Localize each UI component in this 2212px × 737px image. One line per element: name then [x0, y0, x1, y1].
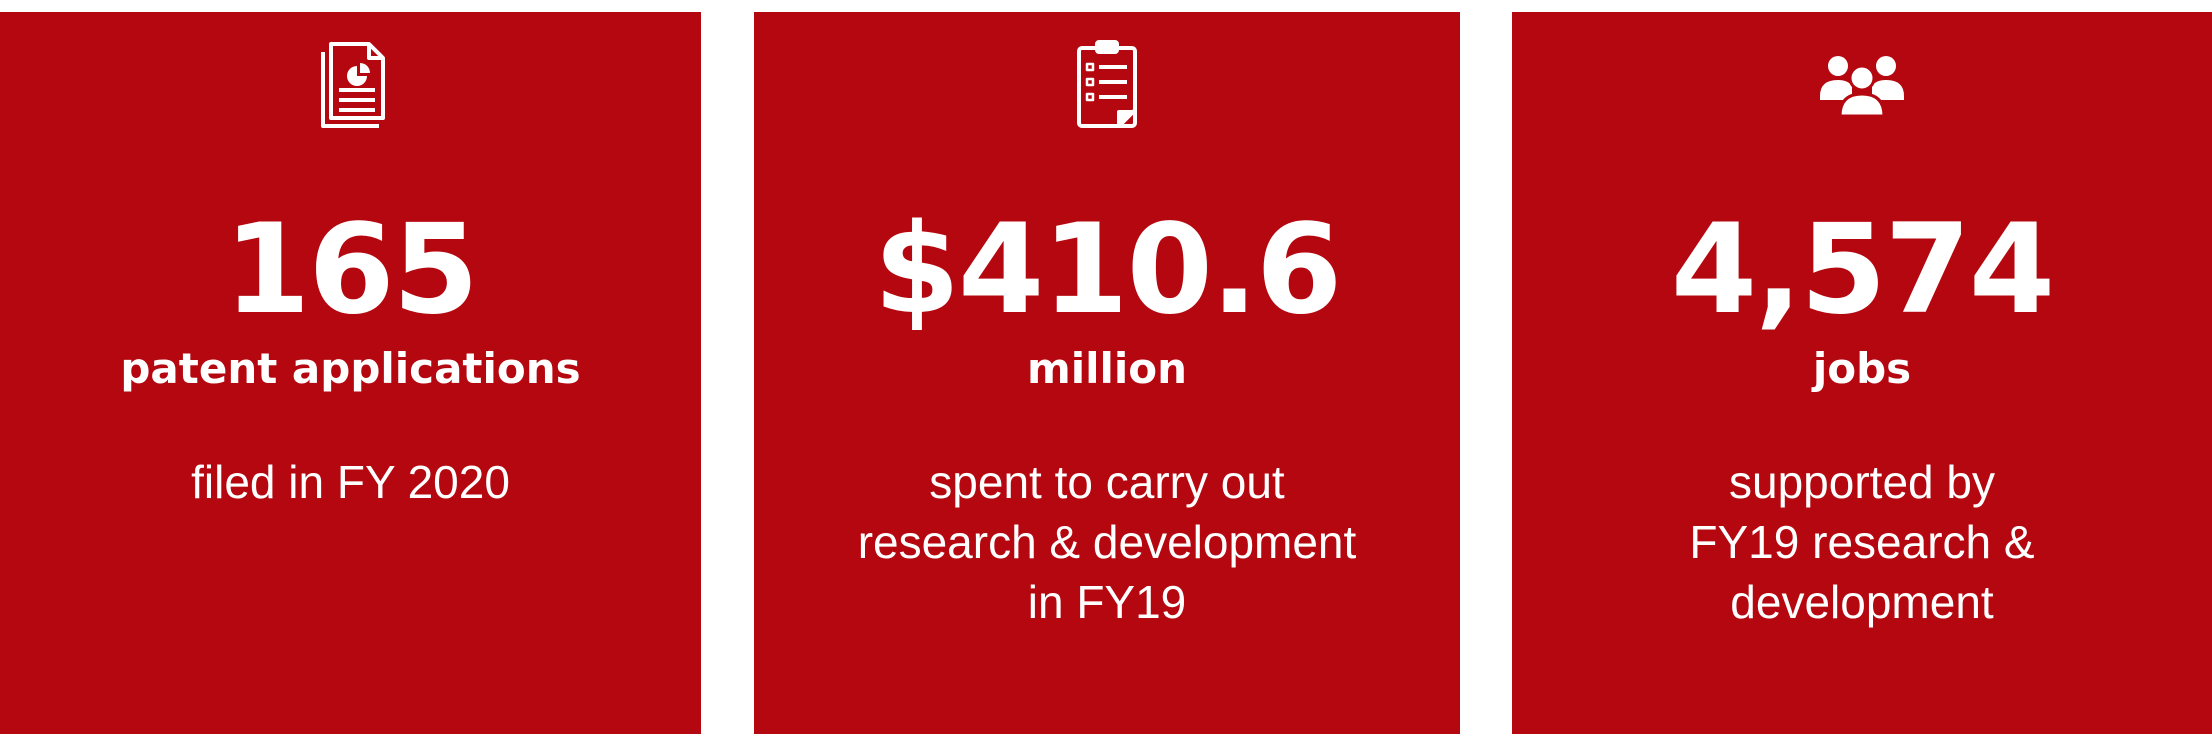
stat-description-line: supported by: [1729, 456, 1995, 508]
people-group-icon: [1812, 34, 1912, 134]
stat-description-line: FY19 research &: [1689, 516, 2035, 568]
stat-card-spending: $410.6 million spent to carry out resear…: [754, 12, 1460, 734]
stat-description: filed in FY 2020: [0, 452, 701, 512]
stat-unit: patent applications: [120, 344, 581, 393]
stat-value: $410.6: [873, 198, 1343, 342]
stat-card-jobs: 4,574 jobs supported by FY19 research & …: [1512, 12, 2212, 734]
stat-description: spent to carry out research & developmen…: [754, 452, 1460, 632]
stat-value: 4,574: [1670, 198, 2055, 342]
stat-card-patents: 165 patent applications filed in FY 2020: [0, 12, 701, 734]
document-chart-icon: [301, 34, 401, 134]
stat-description-line: in FY19: [1027, 576, 1187, 628]
stat-description-line: development: [1730, 576, 1994, 628]
stat-unit: million: [1026, 344, 1188, 393]
stat-description-line: research & development: [857, 516, 1357, 568]
stat-value: 165: [224, 198, 479, 342]
stat-description-line: spent to carry out: [929, 456, 1285, 508]
stat-unit: jobs: [1812, 344, 1912, 393]
stat-description-line: filed in FY 2020: [191, 456, 510, 508]
clipboard-checklist-icon: [1057, 34, 1157, 134]
stat-description: supported by FY19 research & development: [1512, 452, 2212, 632]
